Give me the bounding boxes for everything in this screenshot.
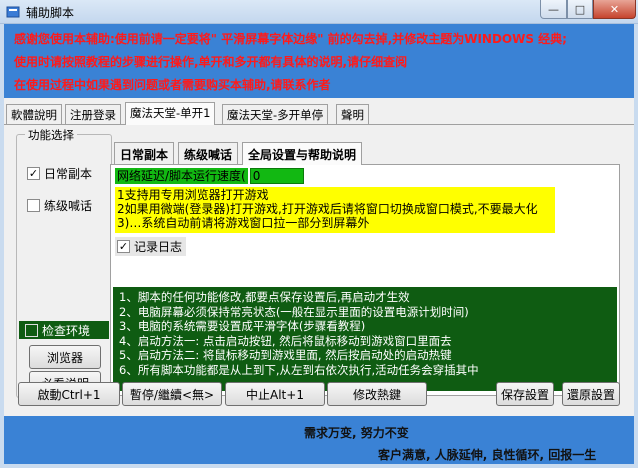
note-line: 1、脚本的任何功能修改,都要点保存设置后,再启动才生效	[119, 290, 410, 304]
check-environment-checkbox[interactable]: 检查环境	[19, 321, 109, 339]
note-line: 5、启动方法二: 将鼠标移动到游戏里面, 然后按启动处的启动热键	[119, 348, 452, 362]
tab-divider	[4, 124, 634, 125]
tab-statement[interactable]: 聲明	[336, 104, 369, 124]
checkbox-box[interactable]: ✓	[27, 167, 40, 180]
delay-input[interactable]: 0	[249, 168, 304, 184]
checkbox-box[interactable]: ✓	[117, 240, 130, 253]
settings-panel: 网络延迟/脚本运行速度( 0 1支持用专用浏览器打开游戏 2如果用微端(登录器)…	[110, 164, 620, 396]
function-group: 功能选择 ✓ 日常副本 练级喊话 检查环境 浏览器 必看说明	[16, 127, 112, 398]
footer-slogan-2: 客户满意, 人脉延伸, 良性循环, 回报一生	[378, 448, 597, 462]
note-line: 6、所有脚本功能都是从上到下,从左到右依次执行,活动任务会穿插其中	[119, 362, 479, 377]
tab-leveling-shout[interactable]: 练级喊话	[178, 142, 239, 164]
footer-banner: 需求万变, 努力不变 客户满意, 人脉延伸, 良性循环, 回报一生	[4, 416, 634, 464]
note-line: 2、电脑屏幕必须保持常亮状态(一般在显示里面的设置电源计划时间)	[119, 304, 469, 319]
window-title: 辅助脚本	[26, 6, 75, 20]
record-log-label: 记录日志	[134, 240, 183, 254]
daily-dungeon-label: 日常副本	[44, 167, 93, 181]
note-line: 4、启动方法一: 点击启动按钮, 然后将鼠标移动到游戏窗口里面去	[119, 333, 452, 348]
checkbox-box[interactable]	[27, 199, 40, 212]
title-bar: 辅助脚本 — □ ✕	[0, 0, 638, 24]
function-group-legend: 功能选择	[25, 127, 77, 143]
tab-global-settings[interactable]: 全局设置与帮助说明	[242, 142, 363, 165]
delay-label: 网络延迟/脚本运行速度(	[115, 168, 248, 184]
tab-multi-open[interactable]: 魔法天堂-多开单停	[222, 104, 329, 124]
leveling-shout-checkbox[interactable]: 练级喊话	[27, 197, 92, 214]
tab-register-login[interactable]: 注册登录	[65, 104, 121, 124]
note-line: 3、电脑的系统需要设置成平滑字体(步骤看教程)	[119, 319, 366, 333]
hotkey-button[interactable]: 修改熱鍵	[327, 382, 427, 406]
restore-settings-button[interactable]: 還原設置	[562, 382, 620, 406]
app-icon	[6, 6, 20, 18]
help-textbox[interactable]: 1支持用专用浏览器打开游戏 2如果用微端(登录器)打开游戏,打开游戏后请将窗口切…	[115, 187, 555, 233]
banner-line-1: 感谢您使用本辅助:使用前请一定要将" 平滑屏幕字体边缘" 前的勾去掉,并修改主题…	[14, 32, 567, 46]
start-button[interactable]: 啟動Ctrl+1	[18, 382, 120, 406]
pause-resume-button[interactable]: 暫停/繼續<無>	[122, 382, 222, 406]
record-log-checkbox[interactable]: ✓ 记录日志	[115, 237, 187, 256]
save-settings-button[interactable]: 保存設置	[496, 382, 554, 406]
banner-line-3: 在使用过程中如果遇到问题或者需要购买本辅助,请联系作者	[14, 78, 331, 92]
usage-notes: 1、脚本的任何功能修改,都要点保存设置后,再启动才生效 2、电脑屏幕必须保持常亮…	[113, 287, 617, 391]
footer-slogan-1: 需求万变, 努力不变	[304, 426, 409, 440]
tab-software-info[interactable]: 軟體說明	[6, 104, 62, 124]
close-button[interactable]: ✕	[593, 0, 636, 19]
banner-line-2: 使用时请按照教程的步骤进行操作,单开和多开都有具体的说明,请仔细查阅	[14, 55, 408, 69]
daily-dungeon-checkbox[interactable]: ✓ 日常副本	[27, 165, 92, 182]
notice-banner: 感谢您使用本辅助:使用前请一定要将" 平滑屏幕字体边缘" 前的勾去掉,并修改主题…	[4, 24, 634, 98]
check-environment-label: 检查环境	[42, 323, 91, 338]
stop-button[interactable]: 中止Alt+1	[225, 382, 325, 406]
browser-button[interactable]: 浏览器	[29, 345, 101, 369]
help-text: 1支持用专用浏览器打开游戏 2如果用微端(登录器)打开游戏,打开游戏后请将窗口切…	[117, 188, 538, 230]
main-tabs: 軟體說明 注册登录 魔法天堂-单开1 魔法天堂-多开单停 聲明	[4, 102, 634, 125]
minimize-button[interactable]: —	[540, 0, 567, 19]
client-area: 感谢您使用本辅助:使用前请一定要将" 平滑屏幕字体边缘" 前的勾去掉,并修改主题…	[4, 24, 634, 464]
tab-single-open[interactable]: 魔法天堂-单开1	[125, 102, 216, 125]
maximize-button[interactable]: □	[567, 0, 593, 19]
leveling-shout-label: 练级喊话	[44, 199, 93, 213]
delay-row: 网络延迟/脚本运行速度( 0	[115, 168, 304, 184]
checkbox-box[interactable]	[25, 323, 38, 337]
tab-daily-dungeon[interactable]: 日常副本	[114, 142, 175, 164]
